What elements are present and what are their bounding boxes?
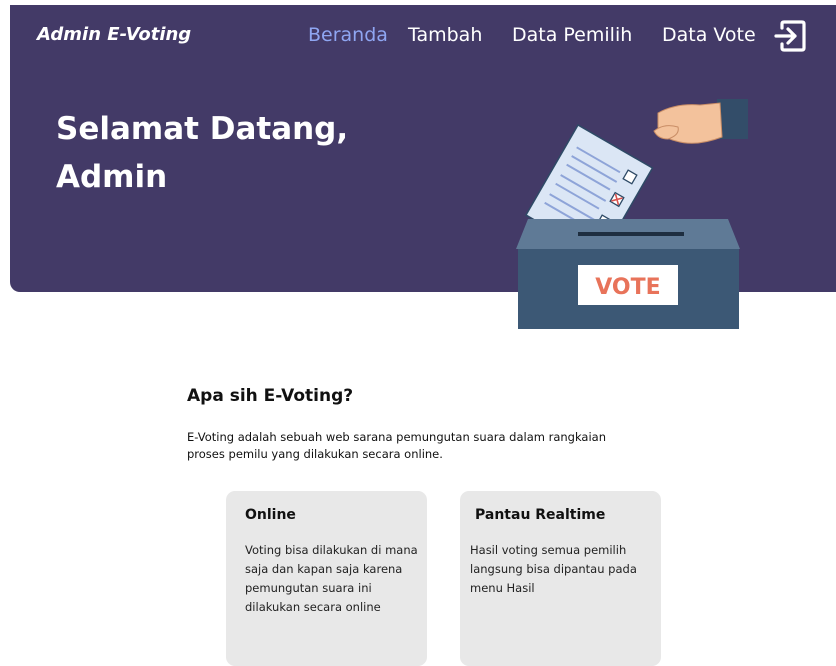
- nav-beranda[interactable]: Beranda: [308, 24, 388, 46]
- card-title: Pantau Realtime: [475, 507, 606, 523]
- vote-label: VOTE: [595, 275, 660, 300]
- about-description: E-Voting adalah sebuah web sarana pemung…: [187, 430, 607, 461]
- logout-icon[interactable]: [773, 18, 807, 54]
- about-title: Apa sih E-Voting?: [187, 386, 354, 406]
- nav-data-pemilih[interactable]: Data Pemilih: [512, 24, 632, 46]
- feature-card-online: Online Voting bisa dilakukan di mana saj…: [226, 491, 427, 666]
- welcome-line-2: Admin: [56, 159, 168, 195]
- card-title: Online: [245, 507, 296, 523]
- nav-tambah[interactable]: Tambah: [408, 24, 482, 46]
- welcome-heading: Selamat Datang, Admin: [56, 105, 348, 201]
- feature-card-realtime: Pantau Realtime Hasil voting semua pemil…: [460, 491, 661, 666]
- nav-data-vote[interactable]: Data Vote: [662, 24, 756, 46]
- card-body: Voting bisa dilakukan di mana saja dan k…: [245, 543, 418, 614]
- brand-title: Admin E-Voting: [37, 24, 192, 45]
- ballot-box-illustration: VOTE: [516, 99, 748, 329]
- card-body: Hasil voting semua pemilih langsung bisa…: [470, 543, 637, 595]
- welcome-line-1: Selamat Datang,: [56, 111, 349, 147]
